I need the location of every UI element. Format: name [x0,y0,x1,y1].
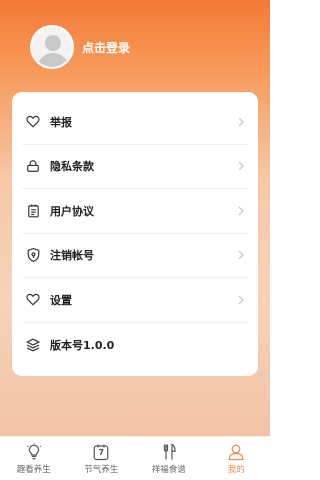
tab-label: 节气养生 [84,464,119,475]
menu-item-delete-account[interactable]: 注销帐号 [22,234,248,278]
chevron-right-icon [238,295,244,305]
tab-label: 祥福食谱 [151,464,186,475]
avatar[interactable] [30,25,74,69]
menu-item-label: 设置 [50,293,72,307]
avatar-head [45,35,61,51]
menu-item-user-agreement[interactable]: 用户协议 [22,189,248,234]
tab-label: 我的 [227,464,245,475]
profile-header[interactable]: 点击登录 [30,24,130,70]
shield-icon [25,247,41,263]
menu-item-report[interactable]: 举报 [22,100,248,145]
layers-icon [25,337,41,353]
bottom-tab-bar: 趣看养生 7 节气养生 祥福食谱 我的 [0,436,270,480]
heart-icon [25,114,41,130]
chevron-right-icon [238,161,244,171]
tab-jieqi[interactable]: 7 节气养生 [68,437,136,480]
settings-menu: 举报 隐私条款 用户协议 注销帐号 设置 版本号1.0.0 [12,92,258,376]
menu-item-label: 隐私条款 [50,160,94,174]
tab-mine[interactable]: 我的 [203,437,271,480]
menu-item-privacy[interactable]: 隐私条款 [22,145,248,189]
menu-item-label: 举报 [50,115,72,129]
lightbulb-icon [26,442,41,459]
lock-icon [25,158,41,174]
chevron-right-icon [238,206,244,216]
login-link[interactable]: 点击登录 [82,39,130,56]
document-icon [25,203,41,219]
calendar-icon: 7 [92,443,110,461]
tab-label: 趣看养生 [16,464,51,475]
calendar-day-text: 7 [98,447,105,457]
tab-recipes[interactable]: 祥福食谱 [135,437,203,480]
cutlery-icon [163,443,176,459]
version-label: 版本号1.0.0 [50,338,115,352]
chevron-right-icon [238,117,244,127]
avatar-body [37,53,69,67]
chevron-right-icon [238,250,244,260]
user-icon [228,444,244,460]
menu-item-label: 用户协议 [50,204,94,218]
tab-quyang[interactable]: 趣看养生 [0,437,68,480]
menu-item-label: 注销帐号 [50,249,94,263]
heart-icon [25,292,41,308]
menu-item-version[interactable]: 版本号1.0.0 [22,323,248,368]
menu-item-settings[interactable]: 设置 [22,278,248,323]
